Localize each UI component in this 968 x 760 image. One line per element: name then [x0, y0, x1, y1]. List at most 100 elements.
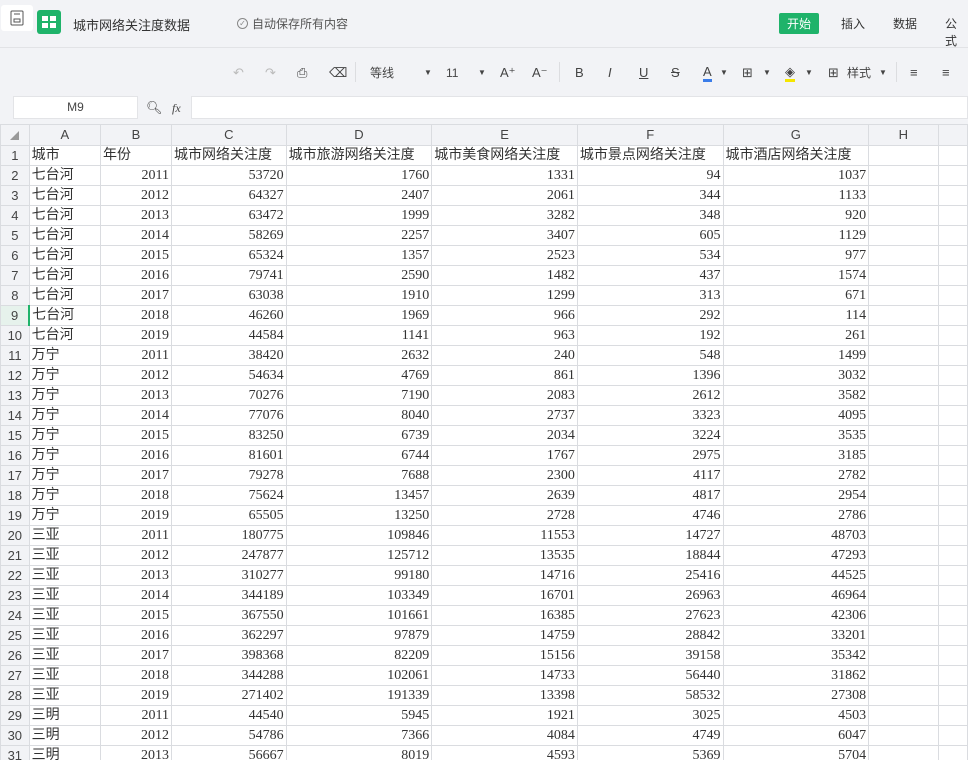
cell-g27[interactable]: 31862 [722, 665, 870, 686]
cell-g13[interactable]: 3582 [722, 385, 870, 406]
cell-c23[interactable]: 344189 [170, 585, 287, 606]
empty-cell[interactable] [937, 745, 968, 760]
cell-d10[interactable]: 1141 [285, 325, 433, 346]
cell-c6[interactable]: 65324 [170, 245, 287, 266]
cell-c20[interactable]: 180775 [170, 525, 287, 546]
eraser-icon[interactable]: ⌫ [329, 64, 347, 82]
decrease-font-button[interactable]: A⁻ [532, 64, 548, 82]
row-header[interactable]: 2 [0, 165, 30, 186]
border-icon[interactable]: ⊞ [742, 64, 753, 82]
row-header[interactable]: 7 [0, 265, 30, 286]
empty-cell[interactable] [868, 385, 939, 406]
cell-g12[interactable]: 3032 [722, 365, 870, 386]
cell-e24[interactable]: 16385 [431, 605, 578, 626]
empty-cell[interactable] [868, 485, 939, 506]
cell-a17[interactable]: 万宁 [28, 465, 102, 486]
empty-cell[interactable] [868, 325, 939, 346]
empty-cell[interactable] [937, 665, 968, 686]
cell-f4[interactable]: 348 [576, 205, 724, 226]
save-button[interactable] [1, 5, 33, 31]
column-header-a[interactable]: A [28, 124, 102, 146]
cell-d3[interactable]: 2407 [285, 185, 433, 206]
cell-g21[interactable]: 47293 [722, 545, 870, 566]
row-header[interactable]: 17 [0, 465, 30, 486]
cell-g29[interactable]: 4503 [722, 705, 870, 726]
cell-g9[interactable]: 114 [722, 305, 870, 326]
cell-c25[interactable]: 362297 [170, 625, 287, 646]
cell-g14[interactable]: 4095 [722, 405, 870, 426]
row-header[interactable]: 10 [0, 325, 30, 346]
cell-b24[interactable]: 2015 [100, 605, 172, 626]
cell-g10[interactable]: 261 [722, 325, 870, 346]
cell-a2[interactable]: 七台河 [28, 165, 102, 186]
spreadsheet-grid[interactable]: ABCDEFGH 1 城市 年份 城市网络关注度 城市旅游网络关注度 城市美食网络关注度城… [0, 124, 968, 760]
empty-cell[interactable] [868, 705, 939, 726]
cell-e22[interactable]: 14716 [431, 565, 578, 586]
empty-cell[interactable] [868, 745, 939, 760]
empty-cell[interactable] [868, 505, 939, 526]
cell-b7[interactable]: 2016 [100, 265, 172, 286]
cell-c18[interactable]: 75624 [170, 485, 287, 506]
empty-cell[interactable] [937, 165, 968, 186]
cell-c28[interactable]: 271402 [170, 685, 287, 706]
cell-e12[interactable]: 861 [431, 365, 578, 386]
empty-cell[interactable] [937, 525, 968, 546]
cell-e26[interactable]: 15156 [431, 645, 578, 666]
formula-input[interactable] [191, 96, 968, 119]
empty-cell[interactable] [868, 465, 939, 486]
empty-cell[interactable] [868, 145, 939, 166]
cell-a16[interactable]: 万宁 [28, 445, 102, 466]
chevron-down-icon[interactable]: ▼ [805, 64, 813, 82]
row-header[interactable]: 1 [0, 145, 30, 166]
empty-cell[interactable] [937, 465, 968, 486]
cell-c16[interactable]: 81601 [170, 445, 287, 466]
cell-d15[interactable]: 6739 [285, 425, 433, 446]
column-header-e[interactable]: E [431, 124, 578, 146]
cell-f17[interactable]: 4117 [576, 465, 724, 486]
empty-cell[interactable] [937, 625, 968, 646]
row-header[interactable]: 9 [0, 305, 31, 326]
empty-cell[interactable] [868, 565, 939, 586]
cell-a4[interactable]: 七台河 [28, 205, 102, 226]
empty-cell[interactable] [868, 545, 939, 566]
cell-d23[interactable]: 103349 [285, 585, 433, 606]
cell-d11[interactable]: 2632 [285, 345, 433, 366]
cell-b26[interactable]: 2017 [100, 645, 172, 666]
cell-f30[interactable]: 4749 [576, 725, 724, 746]
cell-c1[interactable]: 城市网络关注度 [170, 145, 287, 166]
cell-b9[interactable]: 2018 [100, 305, 172, 326]
cell-a11[interactable]: 万宁 [28, 345, 102, 366]
cell-e21[interactable]: 13535 [431, 545, 578, 566]
empty-cell[interactable] [937, 145, 968, 166]
cell-e15[interactable]: 2034 [431, 425, 578, 446]
cell-c10[interactable]: 44584 [170, 325, 287, 346]
row-header[interactable]: 6 [0, 245, 30, 266]
cell-g31[interactable]: 5704 [722, 745, 870, 760]
cell-g16[interactable]: 3185 [722, 445, 870, 466]
empty-cell[interactable] [937, 245, 968, 266]
empty-cell[interactable] [868, 645, 939, 666]
cell-g28[interactable]: 27308 [722, 685, 870, 706]
empty-cell[interactable] [937, 505, 968, 526]
name-box[interactable]: M9 [13, 96, 138, 119]
cell-f8[interactable]: 313 [576, 285, 724, 306]
column-header-g[interactable]: G [722, 124, 870, 146]
cell-d13[interactable]: 7190 [285, 385, 433, 406]
cell-g11[interactable]: 1499 [722, 345, 870, 366]
empty-cell[interactable] [868, 245, 939, 266]
cell-f18[interactable]: 4817 [576, 485, 724, 506]
italic-button[interactable]: I [608, 64, 612, 82]
cell-c30[interactable]: 54786 [170, 725, 287, 746]
cell-g5[interactable]: 1129 [722, 225, 870, 246]
cell-f28[interactable]: 58532 [576, 685, 724, 706]
cell-b31[interactable]: 2013 [100, 745, 172, 760]
cell-g30[interactable]: 6047 [722, 725, 870, 746]
row-header[interactable]: 4 [0, 205, 30, 226]
cell-b18[interactable]: 2018 [100, 485, 172, 506]
empty-cell[interactable] [868, 225, 939, 246]
cell-f11[interactable]: 548 [576, 345, 724, 366]
cell-b25[interactable]: 2016 [100, 625, 172, 646]
empty-cell[interactable] [868, 425, 939, 446]
cell-a30[interactable]: 三明 [28, 725, 102, 746]
cell-a19[interactable]: 万宁 [28, 505, 102, 526]
